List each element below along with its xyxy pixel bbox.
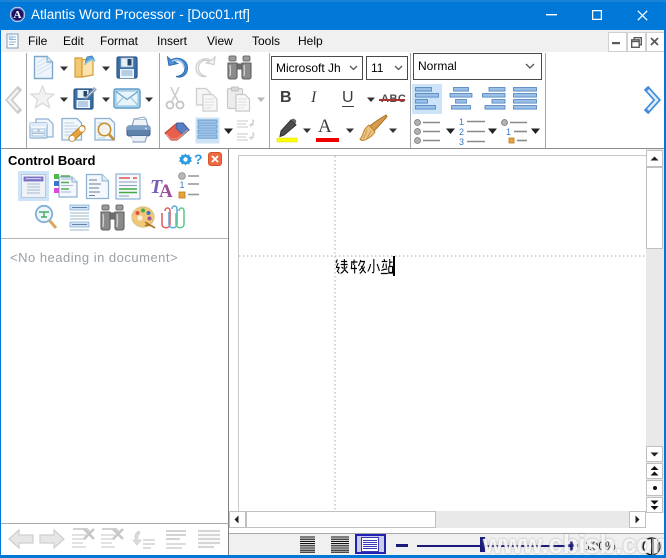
svg-text:A: A [14, 9, 22, 21]
svg-text:1: 1 [180, 180, 185, 190]
svg-text:1: 1 [506, 127, 511, 137]
svg-text:1: 1 [459, 117, 464, 127]
svg-text:3: 3 [459, 137, 464, 145]
svg-text:2: 2 [459, 127, 464, 137]
svg-text:A: A [159, 181, 173, 200]
